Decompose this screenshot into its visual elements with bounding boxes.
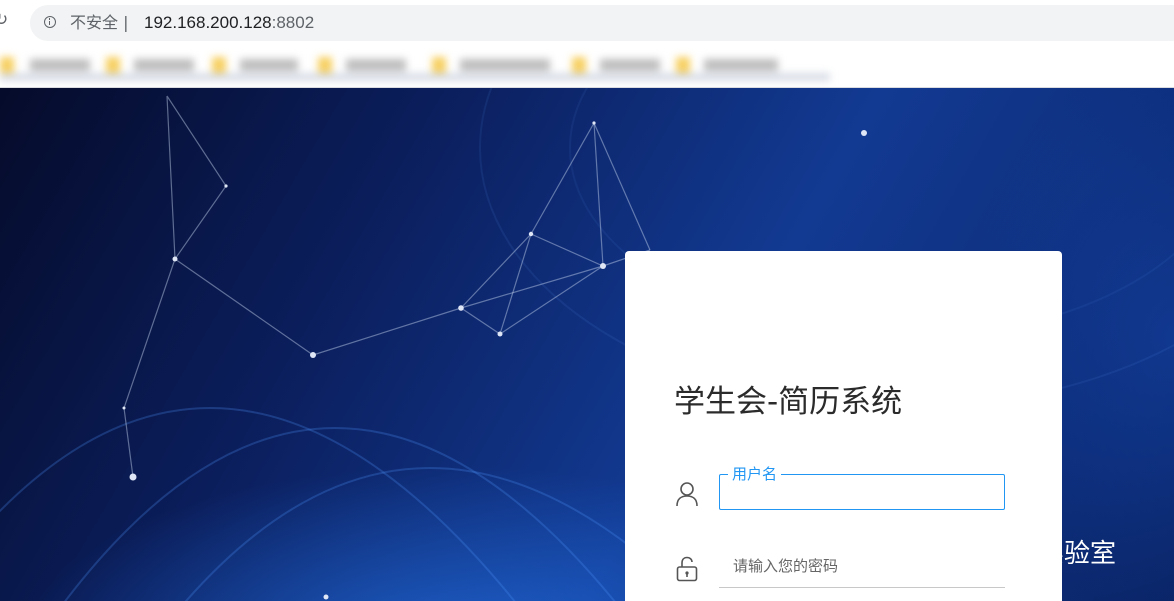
login-page-background: 学生会-简历系统 用户名 (0, 88, 1174, 601)
security-status[interactable]: 不安全 | (70, 5, 129, 41)
wechat-watermark: 字节脉搏实验室 (878, 531, 1116, 571)
url-separator: | (123, 13, 129, 32)
username-field[interactable]: 用户名 (719, 465, 1005, 510)
info-icon[interactable] (44, 16, 56, 28)
reload-icon[interactable]: ↻ (0, 10, 14, 30)
url-port: :8802 (271, 13, 315, 32)
address-bar[interactable]: 不安全 | 192.168.200.128:8802 (30, 5, 1174, 41)
watermark-text: 字节脉搏实验室 (934, 538, 1117, 569)
bookmarks-bar-blurred (0, 50, 830, 84)
login-title: 学生会-简历系统 (674, 384, 903, 420)
browser-chrome: ↻ 不安全 | 192.168.200.128:8802 (0, 0, 1174, 88)
url-text[interactable]: 192.168.200.128:8802 (144, 5, 314, 41)
user-icon (676, 482, 698, 507)
wechat-icon (880, 534, 925, 567)
url-host: 192.168.200.128 (144, 13, 272, 32)
username-label: 用户名 (728, 465, 782, 483)
lock-icon (676, 556, 698, 582)
